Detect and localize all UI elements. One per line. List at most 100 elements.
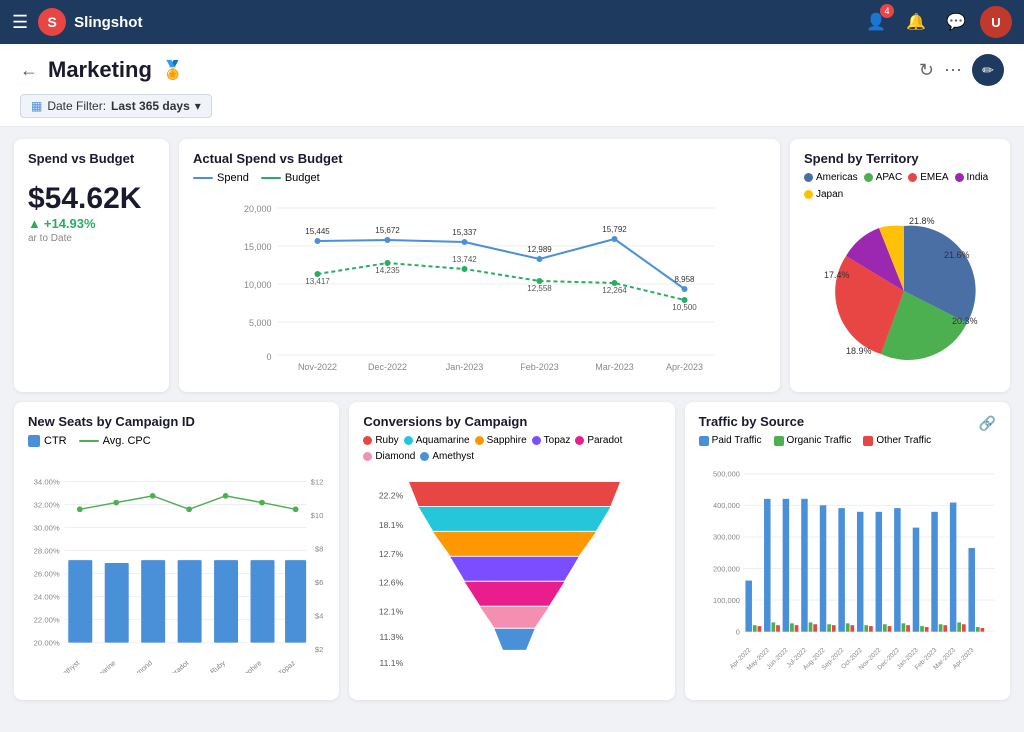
svg-text:18.9%: 18.9% (846, 346, 872, 356)
topaz-dot (532, 436, 541, 445)
main-content: Spend vs Budget $54.62K ▲ +14.93% ar to … (0, 127, 1024, 732)
svg-text:12.6%: 12.6% (379, 578, 404, 588)
svg-text:13,417: 13,417 (305, 277, 330, 286)
nav-icons: 👤 4 🔔 💬 U (860, 6, 1012, 38)
aquamarine-label: Aquamarine (416, 435, 470, 446)
cpc-legend-dot (79, 440, 99, 442)
spend-vs-budget-card: Spend vs Budget $54.62K ▲ +14.93% ar to … (14, 139, 169, 392)
diamond-dot (363, 452, 372, 461)
actual-spend-card: Actual Spend vs Budget Spend Budget 20,0… (179, 139, 780, 392)
link-icon[interactable]: 🔗 (979, 415, 996, 432)
sapphire-dot (475, 436, 484, 445)
ctr-legend-item: CTR (28, 435, 67, 447)
svg-text:Topaz: Topaz (276, 658, 297, 673)
svg-text:17.4%: 17.4% (824, 270, 850, 280)
svg-text:18.1%: 18.1% (379, 520, 404, 530)
emea-label: EMEA (920, 172, 948, 183)
india-label: India (967, 172, 989, 183)
bell-icon: 🔔 (906, 12, 926, 32)
date-filter-button[interactable]: ▦ Date Filter: Last 365 days ▾ (20, 94, 212, 118)
sapphire-legend: Sapphire (475, 435, 527, 446)
topaz-legend: Topaz (532, 435, 571, 446)
ruby-label: Ruby (375, 435, 398, 446)
svg-text:$6: $6 (315, 578, 324, 587)
territory-americas: Americas (804, 172, 858, 183)
svg-text:Nov-2022: Nov-2022 (298, 362, 337, 372)
svg-text:$12: $12 (311, 477, 324, 486)
svg-text:30.00%: 30.00% (34, 523, 60, 532)
back-button[interactable]: ← (20, 60, 38, 81)
apac-dot (864, 173, 873, 182)
organic-traffic-legend: Organic Traffic (774, 435, 852, 446)
svg-text:14,235: 14,235 (375, 266, 400, 275)
spend-legend-dot (193, 177, 213, 179)
users-icon-btn[interactable]: 👤 4 (860, 6, 892, 38)
svg-text:21.8%: 21.8% (909, 216, 935, 226)
messages-icon-btn[interactable]: 💬 (940, 6, 972, 38)
svg-text:13,742: 13,742 (452, 255, 477, 264)
svg-text:10,000: 10,000 (244, 280, 272, 290)
americas-label: Americas (816, 172, 858, 183)
budget-legend-dot (261, 177, 281, 179)
spend-amount: $54.62K (28, 182, 155, 216)
organic-legend-label: Organic Traffic (787, 435, 852, 446)
svg-text:10,500: 10,500 (672, 303, 697, 312)
title-badge-icon: 🏅 (162, 60, 184, 81)
svg-text:21.6%: 21.6% (944, 250, 970, 260)
americas-dot (804, 173, 813, 182)
spend-change: ▲ +14.93% (28, 216, 155, 231)
paradot-label: Paradot (587, 435, 622, 446)
spend-period: ar to Date (28, 233, 155, 244)
ctr-legend-dot (28, 435, 40, 447)
top-row: Spend vs Budget $54.62K ▲ +14.93% ar to … (14, 139, 1010, 392)
ctr-legend-label: CTR (44, 435, 67, 447)
actual-spend-title: Actual Spend vs Budget (193, 151, 766, 166)
svg-text:15,445: 15,445 (305, 227, 330, 236)
svg-text:Feb-2023: Feb-2023 (520, 362, 559, 372)
svg-text:Aquamarine: Aquamarine (82, 658, 117, 673)
more-options-icon[interactable]: ⋯ (944, 60, 962, 81)
logo-icon: S (38, 8, 66, 36)
refresh-icon[interactable]: ↻ (919, 60, 934, 81)
sapphire-label: Sapphire (487, 435, 527, 446)
svg-text:300,000: 300,000 (713, 533, 740, 542)
hamburger-menu[interactable]: ☰ (12, 12, 28, 33)
svg-text:15,672: 15,672 (375, 226, 400, 235)
svg-text:20.00%: 20.00% (34, 638, 60, 647)
new-seats-card: New Seats by Campaign ID CTR Avg. CPC 34… (14, 402, 339, 700)
new-seats-legend: CTR Avg. CPC (28, 435, 325, 447)
new-seats-chart: 34.00% 32.00% 30.00% 28.00% 26.00% 24.00… (28, 453, 325, 673)
territory-title: Spend by Territory (804, 151, 996, 166)
notifications-icon-btn[interactable]: 🔔 (900, 6, 932, 38)
svg-text:0: 0 (735, 627, 739, 636)
spend-legend-label: Spend (217, 172, 249, 184)
svg-text:Diamond: Diamond (126, 658, 154, 673)
app-name: Slingshot (74, 14, 142, 31)
traffic-chart: 500,000 400,000 300,000 200,000 100,000 … (699, 452, 996, 672)
change-value: +14.93% (44, 216, 96, 231)
svg-text:12.7%: 12.7% (379, 549, 404, 559)
edit-button[interactable]: ✏ (972, 54, 1004, 86)
svg-text:12.1%: 12.1% (379, 606, 404, 616)
user-avatar[interactable]: U (980, 6, 1012, 38)
ruby-legend: Ruby (363, 435, 398, 446)
svg-text:Jan-2023: Jan-2023 (446, 362, 484, 372)
svg-text:Mar-2023: Mar-2023 (595, 362, 634, 372)
traffic-title: Traffic by Source (699, 414, 804, 429)
chat-icon: 💬 (946, 12, 966, 32)
date-filter-value: Last 365 days (111, 99, 190, 113)
svg-text:Dec-2022: Dec-2022 (368, 362, 407, 372)
svg-text:32.00%: 32.00% (34, 500, 60, 509)
svg-text:Sapphire: Sapphire (235, 658, 263, 673)
svg-text:Ruby: Ruby (208, 658, 227, 673)
svg-text:Amethyst: Amethyst (52, 658, 81, 673)
new-seats-title: New Seats by Campaign ID (28, 414, 325, 429)
svg-text:24.00%: 24.00% (34, 592, 60, 601)
svg-text:$2: $2 (315, 645, 324, 654)
paid-legend-label: Paid Traffic (712, 435, 762, 446)
svg-text:$4: $4 (315, 612, 324, 621)
top-navigation: ☰ S Slingshot 👤 4 🔔 💬 U (0, 0, 1024, 44)
svg-text:28.00%: 28.00% (34, 546, 60, 555)
users-badge: 4 (880, 4, 894, 18)
svg-text:8,958: 8,958 (674, 275, 695, 284)
